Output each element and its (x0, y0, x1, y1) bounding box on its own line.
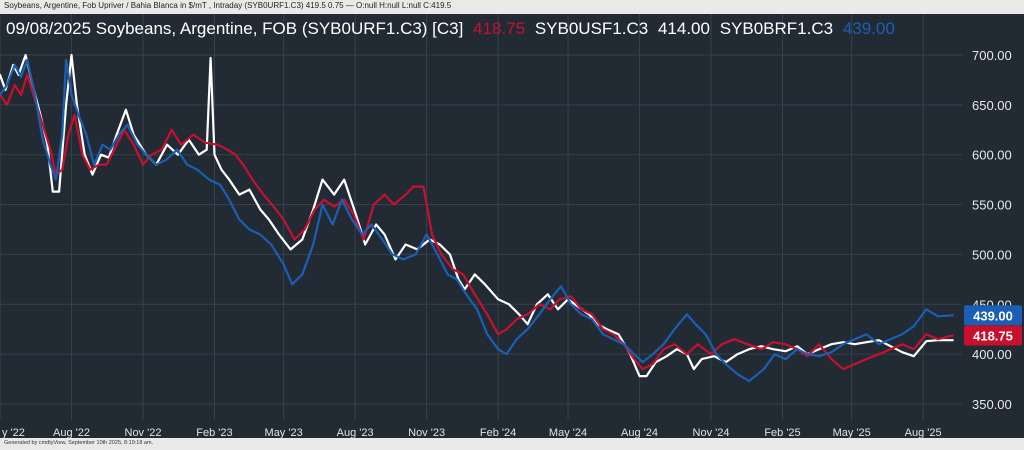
last-value-badge: 439.00 (964, 305, 1022, 326)
x-tick-label: Aug '25 (905, 427, 942, 439)
x-tick-label: Feb '23 (196, 427, 232, 439)
header-value-urf: 418.75 (473, 19, 525, 38)
x-tick-label: May '24 (549, 427, 587, 439)
y-axis-panel[interactable] (962, 14, 1024, 438)
x-tick-label: Aug '23 (337, 427, 374, 439)
x-tick-label: May '25 (833, 427, 871, 439)
x-tick-label: Feb '25 (764, 427, 800, 439)
y-tick-label: 350.00 (972, 397, 1012, 412)
y-tick-label: 650.00 (972, 98, 1012, 113)
x-tick-label: Nov '22 (125, 427, 162, 439)
header-title: 09/08/2025 Soybeans, Argentine, FOB (SYB… (6, 19, 463, 38)
footer-credit: Generated by cmdtyView, September 10th 2… (4, 440, 154, 446)
x-tick-label: Feb '24 (480, 427, 516, 439)
x-tick-label: y '22 (2, 427, 25, 439)
price-chart[interactable]: 350.00400.00450.00500.00550.00600.00650.… (0, 0, 1024, 450)
badge-label: 418.75 (973, 328, 1013, 343)
y-tick-label: 700.00 (972, 48, 1012, 63)
y-tick-label: 400.00 (972, 347, 1012, 362)
x-tick-label: Aug '22 (53, 427, 90, 439)
header-symbol-brf: SYB0BRF1.C3 (720, 19, 833, 38)
x-tick-label: Nov '23 (408, 427, 445, 439)
x-tick-label: Nov '24 (693, 427, 730, 439)
x-tick-label: Aug '24 (621, 427, 658, 439)
badge-label: 439.00 (973, 308, 1013, 323)
plot-area[interactable] (0, 14, 962, 438)
header-value-brf: 439.00 (843, 19, 895, 38)
header-value-usf: 414.00 (658, 19, 710, 38)
y-tick-label: 600.00 (972, 148, 1012, 163)
chart-header: 09/08/2025 Soybeans, Argentine, FOB (SYB… (6, 19, 895, 38)
chart-window: Soybeans, Argentine, Fob Upriver / Bahia… (0, 0, 1024, 450)
x-tick-label: May '23 (265, 427, 303, 439)
y-tick-label: 500.00 (972, 247, 1012, 262)
header-symbol-usf: SYB0USF1.C3 (535, 19, 648, 38)
y-tick-label: 550.00 (972, 198, 1012, 213)
last-value-badge: 418.75 (964, 325, 1022, 346)
